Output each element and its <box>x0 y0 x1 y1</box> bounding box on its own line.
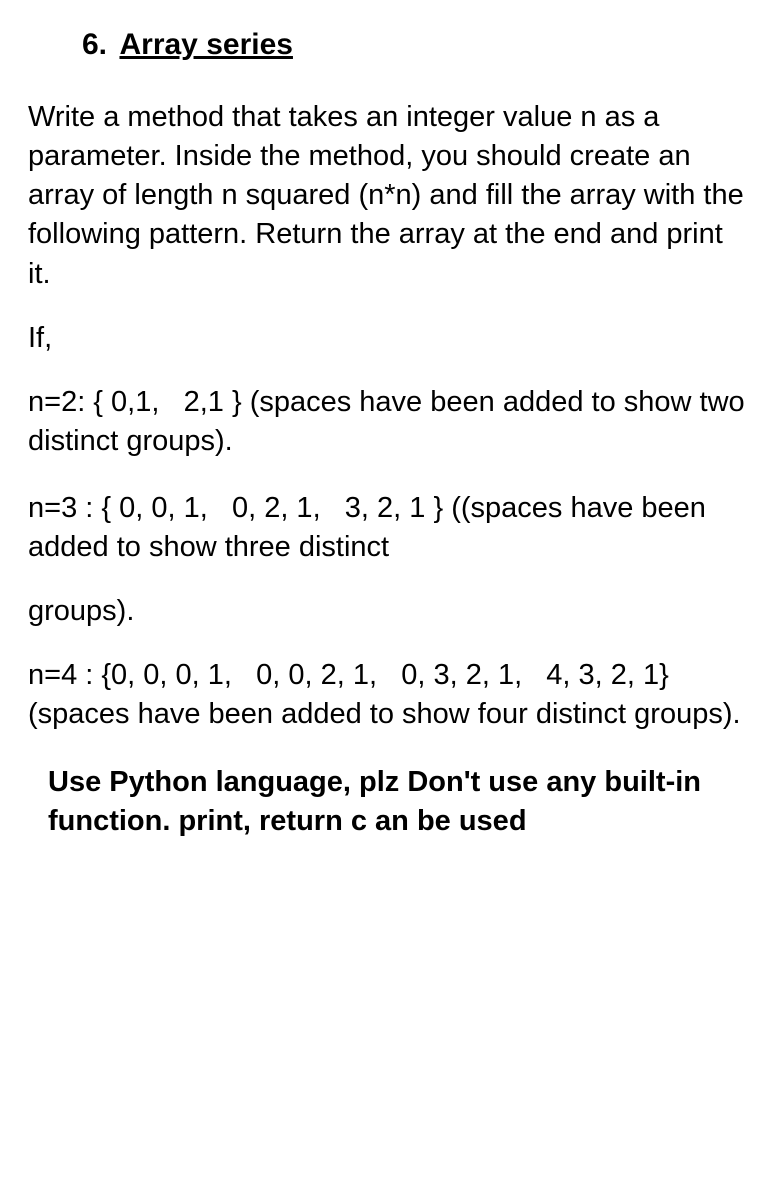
example-n2: n=2: { 0,1, 2,1 } (spaces have been adde… <box>28 383 751 461</box>
heading-title: Array series <box>119 28 292 61</box>
problem-heading: 6. Array series <box>28 28 751 62</box>
groups-label: groups). <box>28 595 751 628</box>
language-note: Use Python language, plz Don't use any b… <box>28 763 751 841</box>
if-label: If, <box>28 322 751 355</box>
example-n3: n=3 : { 0, 0, 1, 0, 2, 1, 3, 2, 1 } ((sp… <box>28 489 751 567</box>
example-n4: n=4 : {0, 0, 0, 1, 0, 0, 2, 1, 0, 3, 2, … <box>28 656 751 734</box>
intro-paragraph: Write a method that takes an integer val… <box>28 98 751 294</box>
heading-number: 6. <box>82 28 107 61</box>
